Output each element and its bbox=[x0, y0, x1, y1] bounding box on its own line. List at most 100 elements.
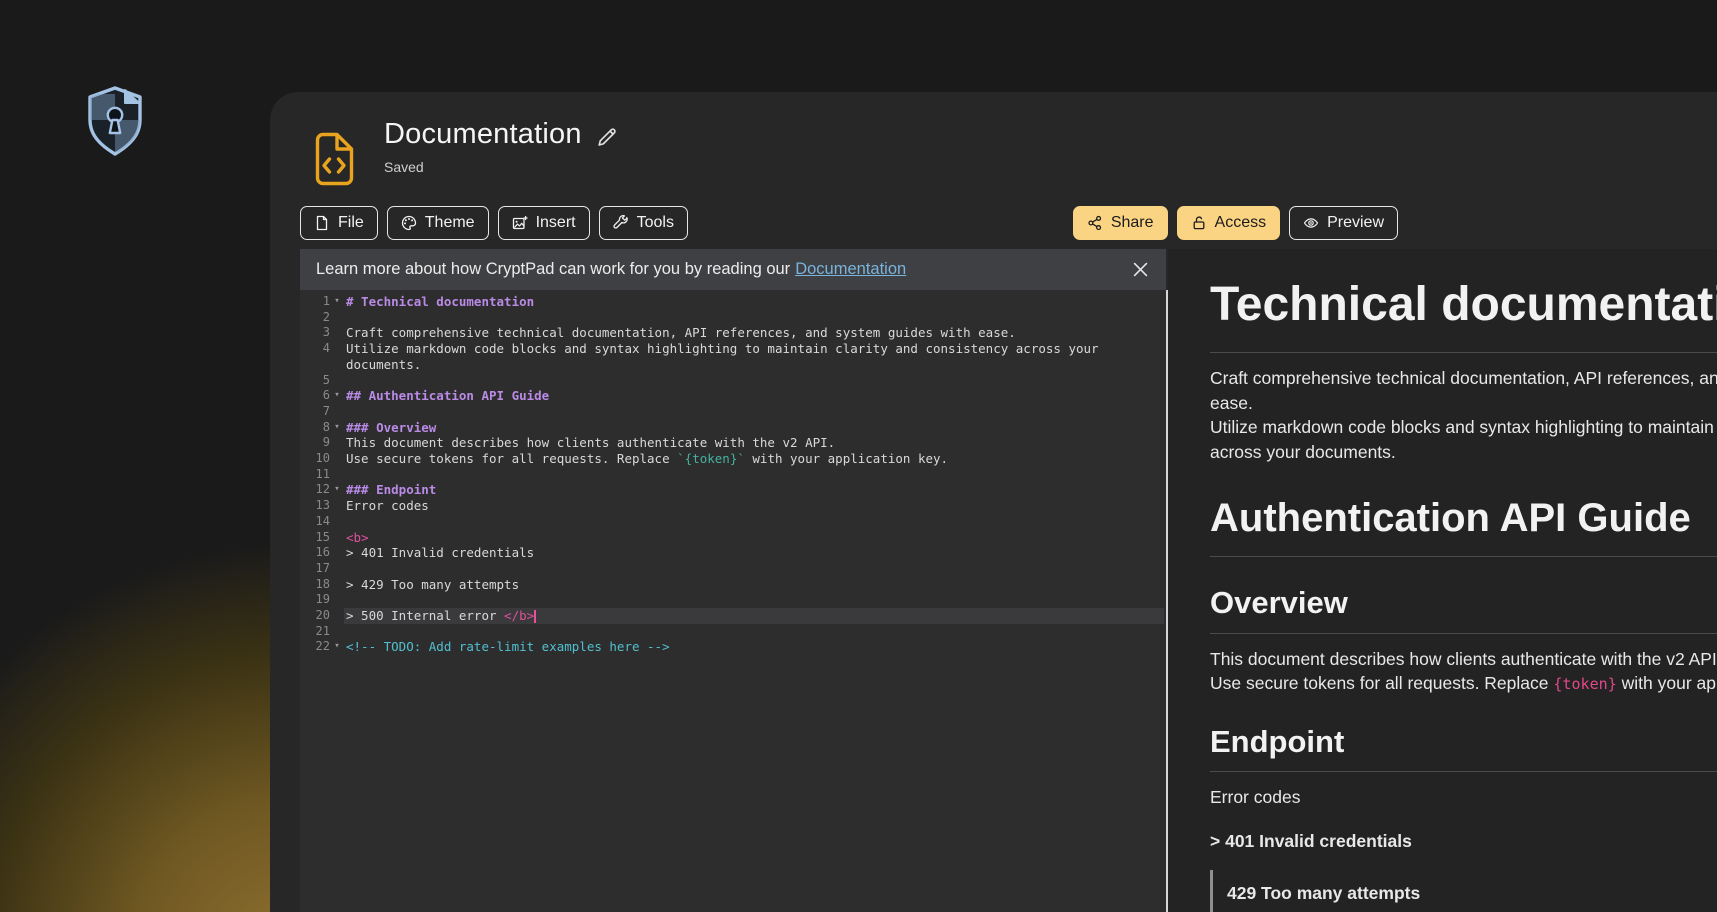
line-number: 8 bbox=[300, 420, 330, 436]
code-segment: </b> bbox=[504, 608, 534, 623]
access-button[interactable]: Access bbox=[1177, 206, 1281, 240]
line-content: > 429 Too many attempts bbox=[344, 577, 1164, 593]
documentation-link[interactable]: Documentation bbox=[795, 260, 906, 278]
preview-text: Technical documentation bbox=[1210, 278, 1717, 331]
code-segment: Error codes bbox=[346, 498, 429, 513]
fold-arrow-icon[interactable]: ▾ bbox=[330, 420, 344, 436]
fold-arrow-icon[interactable]: ▾ bbox=[330, 639, 344, 655]
save-status: Saved bbox=[384, 159, 618, 175]
editor-line[interactable]: 20> 500 Internal error </b> bbox=[300, 608, 1166, 624]
editor-line[interactable]: 15<b> bbox=[300, 530, 1166, 546]
fold-gutter bbox=[330, 514, 344, 530]
fold-gutter bbox=[330, 498, 344, 514]
line-content bbox=[344, 624, 1164, 640]
preview-button[interactable]: Preview bbox=[1289, 206, 1398, 240]
line-content: ### Endpoint bbox=[344, 482, 1164, 498]
fold-gutter bbox=[330, 435, 344, 451]
workspace: Learn more about how CryptPad can work f… bbox=[300, 249, 1717, 912]
preview-text: Overview bbox=[1210, 585, 1348, 620]
wrench-icon bbox=[613, 215, 629, 231]
editor-column: Learn more about how CryptPad can work f… bbox=[300, 249, 1166, 912]
unlock-icon bbox=[1191, 215, 1207, 231]
document-title[interactable]: Documentation bbox=[384, 118, 582, 151]
line-content: Craft comprehensive technical documentat… bbox=[344, 325, 1164, 341]
line-content: <!-- TODO: Add rate-limit examples here … bbox=[344, 639, 1164, 655]
line-number: 3 bbox=[300, 325, 330, 341]
editor-line[interactable]: 5 bbox=[300, 373, 1166, 389]
editor-line[interactable]: 13Error codes bbox=[300, 498, 1166, 514]
code-editor[interactable]: 1▾# Technical documentation23 Craft compr… bbox=[300, 290, 1166, 912]
edit-title-icon[interactable] bbox=[596, 126, 618, 148]
toolbar-left: File Theme Insert Tools bbox=[300, 206, 688, 240]
editor-line[interactable]: 4Utilize markdown code blocks and syntax… bbox=[300, 341, 1166, 372]
fold-gutter bbox=[330, 577, 344, 593]
line-content: Error codes bbox=[344, 498, 1164, 514]
fold-gutter bbox=[330, 592, 344, 608]
preview-blockquote: 429 Too many attempts bbox=[1210, 870, 1717, 912]
share-label: Share bbox=[1111, 214, 1154, 232]
code-segment: Use secure tokens for all requests. Repl… bbox=[346, 451, 677, 466]
line-content: ### Overview bbox=[344, 420, 1164, 436]
editor-line[interactable]: 10 Use secure tokens for all requests. Re… bbox=[300, 451, 1166, 467]
editor-line[interactable]: 7 bbox=[300, 404, 1166, 420]
editor-line[interactable]: 14 bbox=[300, 514, 1166, 530]
line-number: 5 bbox=[300, 373, 330, 389]
line-content bbox=[344, 467, 1164, 483]
close-banner-icon[interactable] bbox=[1131, 260, 1150, 279]
line-number: 6 bbox=[300, 388, 330, 404]
editor-line[interactable]: 9This document describes how clients aut… bbox=[300, 435, 1166, 451]
share-button[interactable]: Share bbox=[1073, 206, 1168, 240]
preview-text: Error codes bbox=[1210, 787, 1300, 807]
editor-line[interactable]: 3 Craft comprehensive technical documenta… bbox=[300, 325, 1166, 341]
tools-menu-button[interactable]: Tools bbox=[599, 206, 688, 240]
info-banner: Learn more about how CryptPad can work f… bbox=[300, 249, 1166, 290]
line-content bbox=[344, 373, 1164, 389]
preview-label: Preview bbox=[1327, 214, 1384, 232]
line-number: 2 bbox=[300, 310, 330, 326]
line-number: 4 bbox=[300, 341, 330, 372]
code-segment: <!-- TODO: Add rate-limit examples here … bbox=[346, 639, 670, 654]
fold-arrow-icon[interactable]: ▾ bbox=[330, 482, 344, 498]
markdown-preview-pane[interactable]: Technical documentation Craft comprehensi… bbox=[1168, 249, 1717, 912]
text-cursor bbox=[534, 610, 536, 623]
file-menu-button[interactable]: File bbox=[300, 206, 378, 240]
editor-line[interactable]: 19 bbox=[300, 592, 1166, 608]
preview-text: Endpoint bbox=[1210, 724, 1344, 759]
editor-line[interactable]: 22▾<!-- TODO: Add rate-limit examples he… bbox=[300, 639, 1166, 655]
preview-text: 429 Too many attempts bbox=[1227, 883, 1420, 903]
fold-gutter bbox=[330, 545, 344, 561]
code-segment: with your application key. bbox=[745, 451, 948, 466]
line-number: 1 bbox=[300, 294, 330, 310]
fold-gutter bbox=[330, 467, 344, 483]
cryptpad-shield-logo[interactable] bbox=[84, 84, 146, 160]
preview-text: with your application key. bbox=[1617, 673, 1717, 693]
code-segment: `{token}` bbox=[677, 451, 745, 466]
editor-line[interactable]: 17 bbox=[300, 561, 1166, 577]
editor-line[interactable]: 12▾### Endpoint bbox=[300, 482, 1166, 498]
editor-line[interactable]: 2 bbox=[300, 310, 1166, 326]
preview-text: Craft comprehensive technical documentat… bbox=[1210, 368, 1717, 413]
insert-menu-label: Insert bbox=[536, 214, 576, 232]
editor-line[interactable]: 8▾### Overview bbox=[300, 420, 1166, 436]
editor-line[interactable]: 21 bbox=[300, 624, 1166, 640]
line-number: 20 bbox=[300, 608, 330, 624]
line-number: 17 bbox=[300, 561, 330, 577]
line-number: 10 bbox=[300, 451, 330, 467]
document-header: Documentation Saved bbox=[384, 118, 618, 175]
editor-line[interactable]: 6▾## Authentication API Guide bbox=[300, 388, 1166, 404]
editor-line[interactable]: 18> 429 Too many attempts bbox=[300, 577, 1166, 593]
preview-h3: Endpoint bbox=[1210, 720, 1717, 772]
preview-text: Utilize markdown code blocks and syntax … bbox=[1210, 417, 1717, 462]
editor-line[interactable]: 11 bbox=[300, 467, 1166, 483]
fold-gutter bbox=[330, 325, 344, 341]
preview-text: This document describes how clients auth… bbox=[1210, 649, 1717, 669]
fold-arrow-icon[interactable]: ▾ bbox=[330, 388, 344, 404]
fold-arrow-icon[interactable]: ▾ bbox=[330, 294, 344, 310]
preview-text: {token} bbox=[1553, 675, 1616, 693]
editor-line[interactable]: 1▾# Technical documentation bbox=[300, 294, 1166, 310]
editor-line[interactable]: 16> 401 Invalid credentials bbox=[300, 545, 1166, 561]
theme-menu-button[interactable]: Theme bbox=[387, 206, 489, 240]
preview-h1: Technical documentation bbox=[1210, 271, 1717, 353]
file-menu-label: File bbox=[338, 214, 364, 232]
insert-menu-button[interactable]: Insert bbox=[498, 206, 590, 240]
